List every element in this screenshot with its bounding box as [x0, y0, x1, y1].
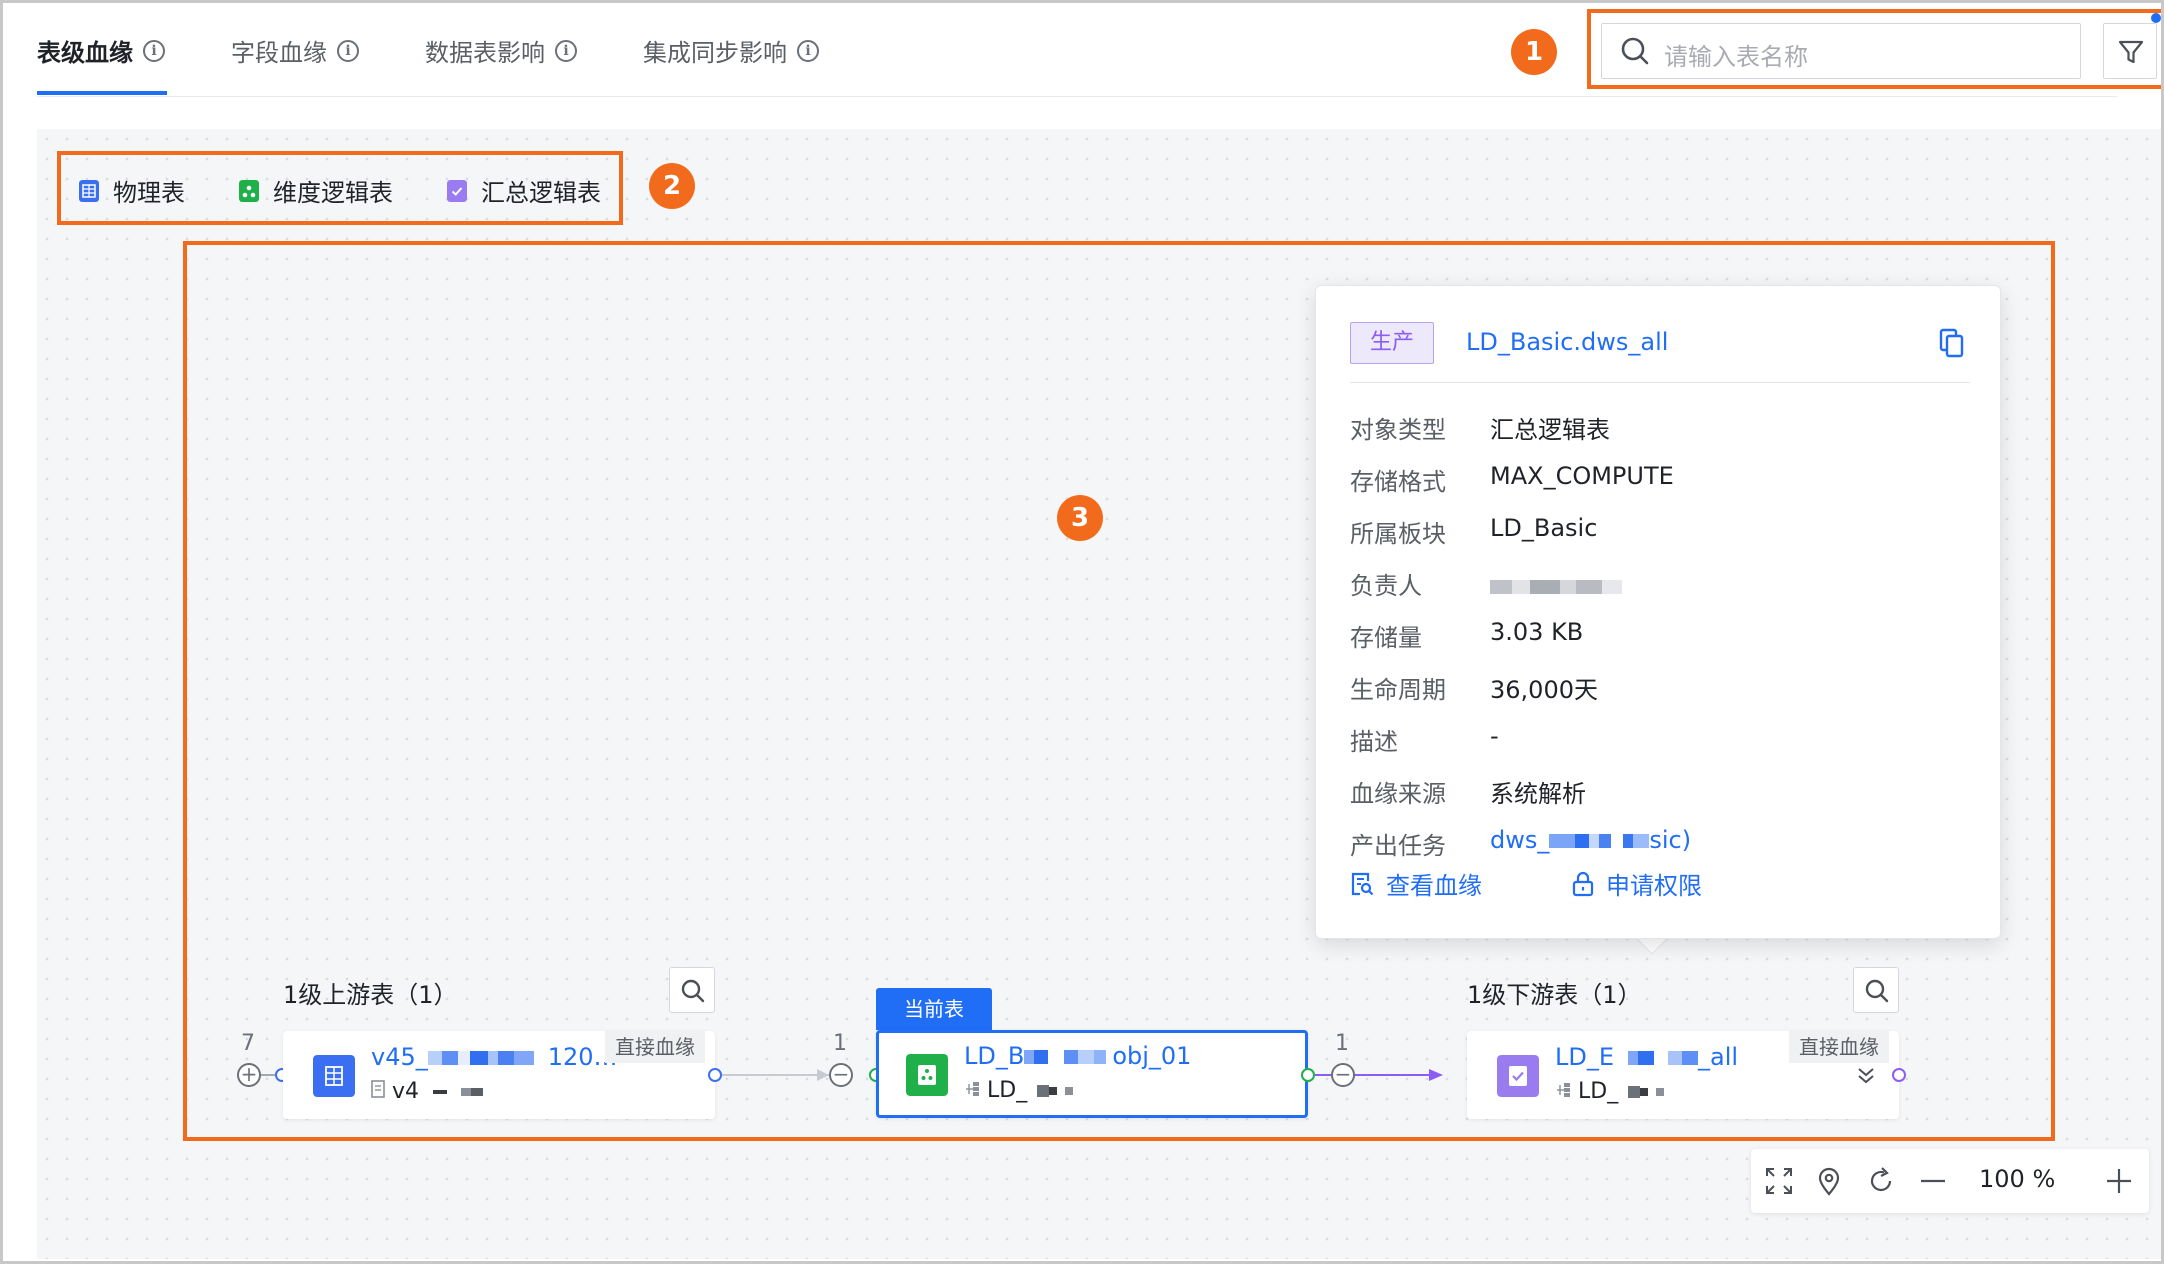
dimension-table-icon: [906, 1054, 948, 1096]
downstream-node[interactable]: LD_E _all LD_ 直接血缘: [1467, 1031, 1899, 1119]
expand-upstream-button[interactable]: +: [237, 1063, 261, 1087]
downstream-out-port: [1892, 1068, 1906, 1082]
current-node-subtitle: LD_: [964, 1078, 1074, 1103]
downstream-in-count: 1: [1335, 1031, 1349, 1056]
upstream-node-subtitle: v4: [371, 1079, 484, 1104]
current-node[interactable]: LD_B obj_01 LD_: [876, 1030, 1308, 1118]
upstream-expand-count: 7: [241, 1031, 255, 1056]
zoom-level: 100 %: [1979, 1165, 2056, 1193]
edge-arrowhead: [817, 1069, 829, 1081]
collapse-upstream-button[interactable]: −: [829, 1063, 853, 1087]
search-icon: [1865, 979, 1889, 1003]
edge-arrowhead: [1429, 1069, 1443, 1081]
upstream-level-title: 1级上游表（1）: [283, 981, 458, 1009]
table-icon: [313, 1055, 355, 1097]
downstream-node-title[interactable]: LD_E _all: [1555, 1043, 1738, 1071]
zoom-out-icon[interactable]: [1917, 1165, 1949, 1197]
hierarchy-icon: [966, 1082, 979, 1096]
direct-lineage-tag: 直接血缘: [1789, 1031, 1889, 1063]
file-icon: [371, 1080, 385, 1098]
upstream-node-title[interactable]: v45_ 120…: [371, 1043, 618, 1071]
search-icon: [681, 979, 705, 1003]
direct-lineage-tag: 直接血缘: [605, 1031, 705, 1063]
zoom-in-icon[interactable]: [2103, 1165, 2135, 1197]
lineage-page: 表级血缘 i 字段血缘 i 数据表影响 i 集成同步影响 i 1 请输入表名称 …: [0, 0, 2164, 1264]
current-node-title[interactable]: LD_B obj_01: [964, 1042, 1191, 1070]
locate-icon[interactable]: [1813, 1165, 1845, 1197]
zoom-toolbar: 100 %: [1751, 1149, 2149, 1213]
chevron-double-down-icon[interactable]: [1855, 1065, 1877, 1087]
current-table-tag: 当前表: [876, 988, 992, 1030]
collapse-downstream-button[interactable]: −: [1331, 1063, 1355, 1087]
upstream-search-button[interactable]: [669, 967, 715, 1013]
downstream-search-button[interactable]: [1853, 967, 1899, 1013]
hierarchy-icon: [1557, 1083, 1570, 1097]
current-in-count: 1: [833, 1031, 847, 1056]
fullscreen-icon[interactable]: [1763, 1165, 1795, 1197]
upstream-out-port: [708, 1068, 722, 1082]
current-out-port: [1301, 1068, 1315, 1082]
downstream-level-title: 1级下游表（1）: [1467, 981, 1642, 1009]
downstream-node-subtitle: LD_: [1555, 1079, 1665, 1104]
summary-table-icon: [1497, 1055, 1539, 1097]
upstream-node[interactable]: v45_ 120… v4 直接血缘: [283, 1031, 715, 1119]
refresh-icon[interactable]: [1865, 1165, 1897, 1197]
